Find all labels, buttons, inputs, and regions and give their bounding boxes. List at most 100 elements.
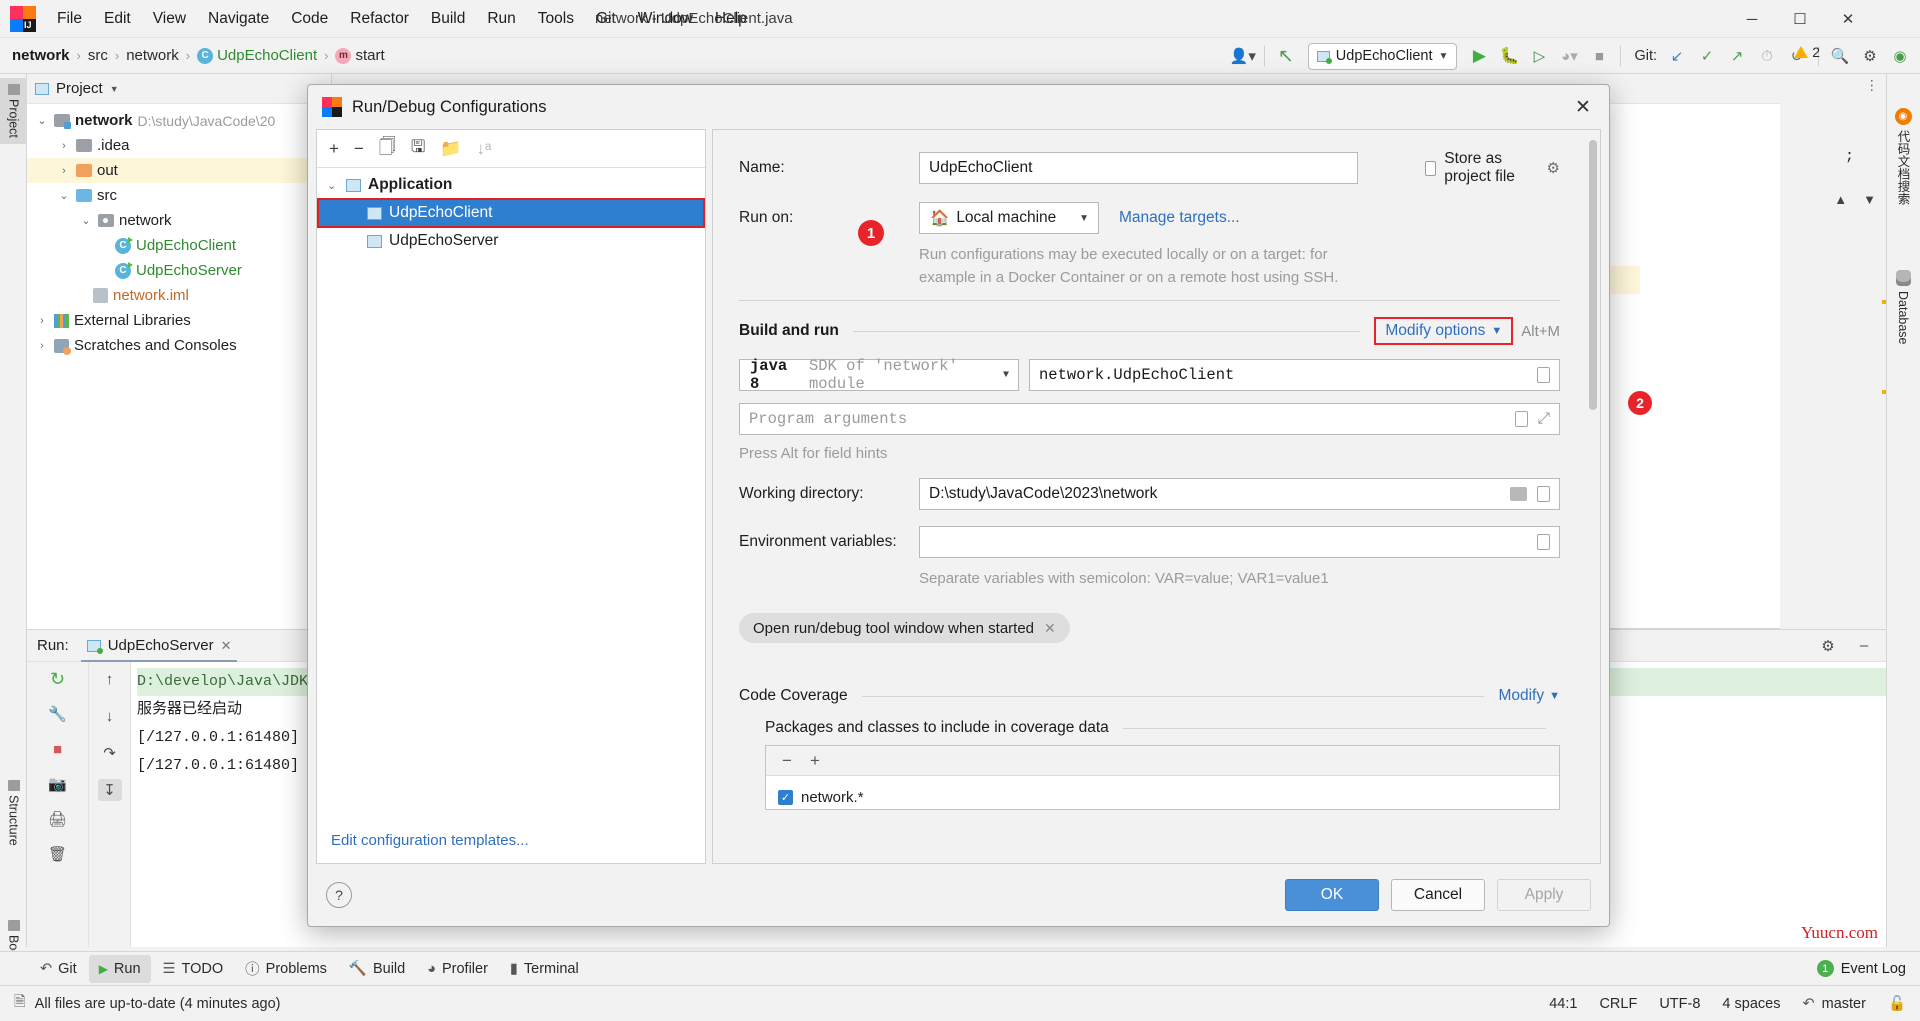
expand-arrow-icon[interactable]: ⌄ xyxy=(35,114,49,127)
file-encoding[interactable]: UTF-8 xyxy=(1659,996,1700,1012)
expand-arrow-icon[interactable]: › xyxy=(57,165,71,177)
user-avatar-icon[interactable]: 👤▾ xyxy=(1229,42,1257,70)
git-branch[interactable]: ↶ master xyxy=(1802,996,1865,1012)
tool-tab-database[interactable]: Database xyxy=(1886,264,1920,351)
folder-add-icon[interactable]: 📁 xyxy=(440,139,461,159)
expand-arrow-icon[interactable]: › xyxy=(35,315,49,327)
expand-arrow-icon[interactable]: ⌄ xyxy=(79,214,93,227)
configuration-group-application[interactable]: ⌄ Application xyxy=(317,172,705,198)
caret-position[interactable]: 44:1 xyxy=(1549,996,1577,1012)
sort-alpha-icon[interactable]: ↓ᵃ xyxy=(477,139,492,159)
print-icon[interactable]: 🖨 xyxy=(46,808,70,830)
run-with-coverage-icon[interactable]: ▷ xyxy=(1525,42,1553,70)
tree-item-src[interactable]: ⌄ src xyxy=(27,183,331,208)
modify-options-button[interactable]: Modify options ▼ xyxy=(1374,317,1514,345)
configuration-item-udpechoserver[interactable]: UdpEchoServer xyxy=(317,228,705,254)
name-input[interactable]: UdpEchoClient xyxy=(919,152,1359,184)
search-icon[interactable]: 🔍 xyxy=(1826,42,1854,70)
tree-item-network[interactable]: ⌄ network D:\study\JavaCode\20 xyxy=(27,108,331,133)
close-icon[interactable]: ✕ xyxy=(1569,93,1597,121)
expand-arrow-icon[interactable]: ⌄ xyxy=(327,179,339,192)
close-window-button[interactable]: ✕ xyxy=(1824,0,1872,38)
tree-item-udpechoserver[interactable]: C UdpEchoServer xyxy=(27,258,331,283)
tree-item-network-iml[interactable]: network.iml xyxy=(27,283,331,308)
coverage-list-item[interactable]: ✓ network.* xyxy=(778,785,1559,809)
store-as-project-file-checkbox[interactable] xyxy=(1425,160,1437,176)
git-push-icon[interactable]: ↗ xyxy=(1723,42,1751,70)
debug-icon[interactable]: 🐛 xyxy=(1495,42,1523,70)
scrollbar-thumb[interactable] xyxy=(1589,140,1597,410)
breadcrumb-item-src[interactable]: src xyxy=(88,47,108,64)
add-icon[interactable]: + xyxy=(329,139,339,159)
line-separator[interactable]: CRLF xyxy=(1599,996,1637,1012)
expand-list-icon[interactable] xyxy=(1514,411,1528,427)
breadcrumb-item-method[interactable]: m start xyxy=(335,47,385,64)
expand-arrow-icon[interactable]: ⌄ xyxy=(57,189,71,202)
settings-icon[interactable]: ⚙ xyxy=(1856,42,1884,70)
run-configuration-selector[interactable]: UdpEchoClient ▼ xyxy=(1307,42,1458,70)
hide-icon[interactable]: – xyxy=(1852,635,1876,657)
camera-icon[interactable]: 📷 xyxy=(46,773,70,795)
bottom-tab-profiler[interactable]: ◕ Profiler xyxy=(417,955,498,983)
tree-item-package-network[interactable]: ⌄ network xyxy=(27,208,331,233)
down-icon[interactable]: ↓ xyxy=(98,705,122,727)
minimize-button[interactable]: ─ xyxy=(1728,0,1776,38)
open-run-debug-window-chip[interactable]: Open run/debug tool window when started … xyxy=(739,613,1070,643)
apply-button[interactable]: Apply xyxy=(1497,879,1591,911)
tool-tab-structure[interactable]: Structure xyxy=(0,774,27,852)
run-on-target-select[interactable]: 🏠 Local machine ▼ xyxy=(919,202,1099,234)
expand-arrow-icon[interactable]: › xyxy=(57,140,71,152)
indent-setting[interactable]: 4 spaces xyxy=(1722,996,1780,1012)
tool-tab-project[interactable]: Project xyxy=(0,78,27,144)
up-icon[interactable]: ↑ xyxy=(98,668,122,690)
chevron-down-icon[interactable]: ▼ xyxy=(110,84,119,94)
tree-item-out[interactable]: › out xyxy=(27,158,331,183)
more-options-icon[interactable]: ⋯ xyxy=(1864,79,1881,95)
git-history-icon[interactable]: ⏱ xyxy=(1753,42,1781,70)
expand-editor-icon[interactable]: ⤢ xyxy=(1538,410,1550,428)
menu-edit[interactable]: Edit xyxy=(93,6,142,32)
breadcrumb-item-class[interactable]: C UdpEchoClient xyxy=(197,47,317,64)
updates-icon[interactable]: ↖ xyxy=(1272,42,1300,70)
gear-icon[interactable]: ⚙ xyxy=(1547,159,1560,177)
manage-targets-link[interactable]: Manage targets... xyxy=(1119,209,1240,227)
ide-assistant-icon[interactable]: ◉ xyxy=(1886,42,1914,70)
menu-view[interactable]: View xyxy=(142,6,197,32)
settings-icon[interactable]: ⚙ xyxy=(1816,635,1840,657)
tool-tab-code-doc-search[interactable]: ◉ 代码文档搜索 xyxy=(1886,102,1920,211)
event-log-area[interactable]: 1 Event Log xyxy=(1816,960,1906,977)
inspection-warning-badge[interactable]: 2 xyxy=(1794,44,1820,60)
add-icon[interactable]: + xyxy=(810,751,820,771)
lock-icon[interactable]: 🔓 xyxy=(1888,995,1906,1012)
close-icon[interactable]: ✕ xyxy=(1044,620,1056,637)
browse-folder-icon[interactable] xyxy=(1510,487,1527,501)
chevron-up-icon[interactable]: ▲ xyxy=(1834,192,1847,207)
stop-icon[interactable]: ■ xyxy=(1585,42,1613,70)
bottom-tab-git[interactable]: ↶ Git xyxy=(30,955,87,983)
save-icon[interactable]: 🖫 xyxy=(411,134,425,163)
ok-button[interactable]: OK xyxy=(1285,879,1379,911)
git-commit-icon[interactable]: ✓ xyxy=(1693,42,1721,70)
code-coverage-modify-link[interactable]: Modify xyxy=(1498,687,1544,705)
menu-tools[interactable]: Tools xyxy=(527,6,585,32)
bottom-tab-build[interactable]: 🔨 Build xyxy=(339,955,415,983)
soft-wrap-icon[interactable]: ↷ xyxy=(98,742,122,764)
expand-list-icon[interactable] xyxy=(1537,367,1550,383)
cancel-button[interactable]: Cancel xyxy=(1391,879,1485,911)
dialog-scrollbar[interactable] xyxy=(1588,132,1598,861)
breadcrumb-item-network[interactable]: network xyxy=(12,47,70,64)
wrench-icon[interactable]: 🔧 xyxy=(46,703,70,725)
breadcrumb-item-package[interactable]: network xyxy=(126,47,179,64)
expand-list-icon[interactable] xyxy=(1537,534,1550,550)
scroll-to-end-icon[interactable]: ↧ xyxy=(97,779,122,801)
menu-navigate[interactable]: Navigate xyxy=(197,6,280,32)
menu-run[interactable]: Run xyxy=(476,6,526,32)
menu-refactor[interactable]: Refactor xyxy=(339,6,420,32)
edit-configuration-templates-link[interactable]: Edit configuration templates... xyxy=(331,832,529,849)
remove-icon[interactable]: − xyxy=(782,751,792,771)
stop-icon[interactable]: ■ xyxy=(46,738,70,760)
expand-arrow-icon[interactable]: › xyxy=(35,340,49,352)
bottom-tab-run[interactable]: ▶ Run xyxy=(88,954,151,983)
tree-item-udpechoclient[interactable]: C UdpEchoClient xyxy=(27,233,331,258)
copy-icon[interactable]: 🗍 xyxy=(379,134,396,163)
